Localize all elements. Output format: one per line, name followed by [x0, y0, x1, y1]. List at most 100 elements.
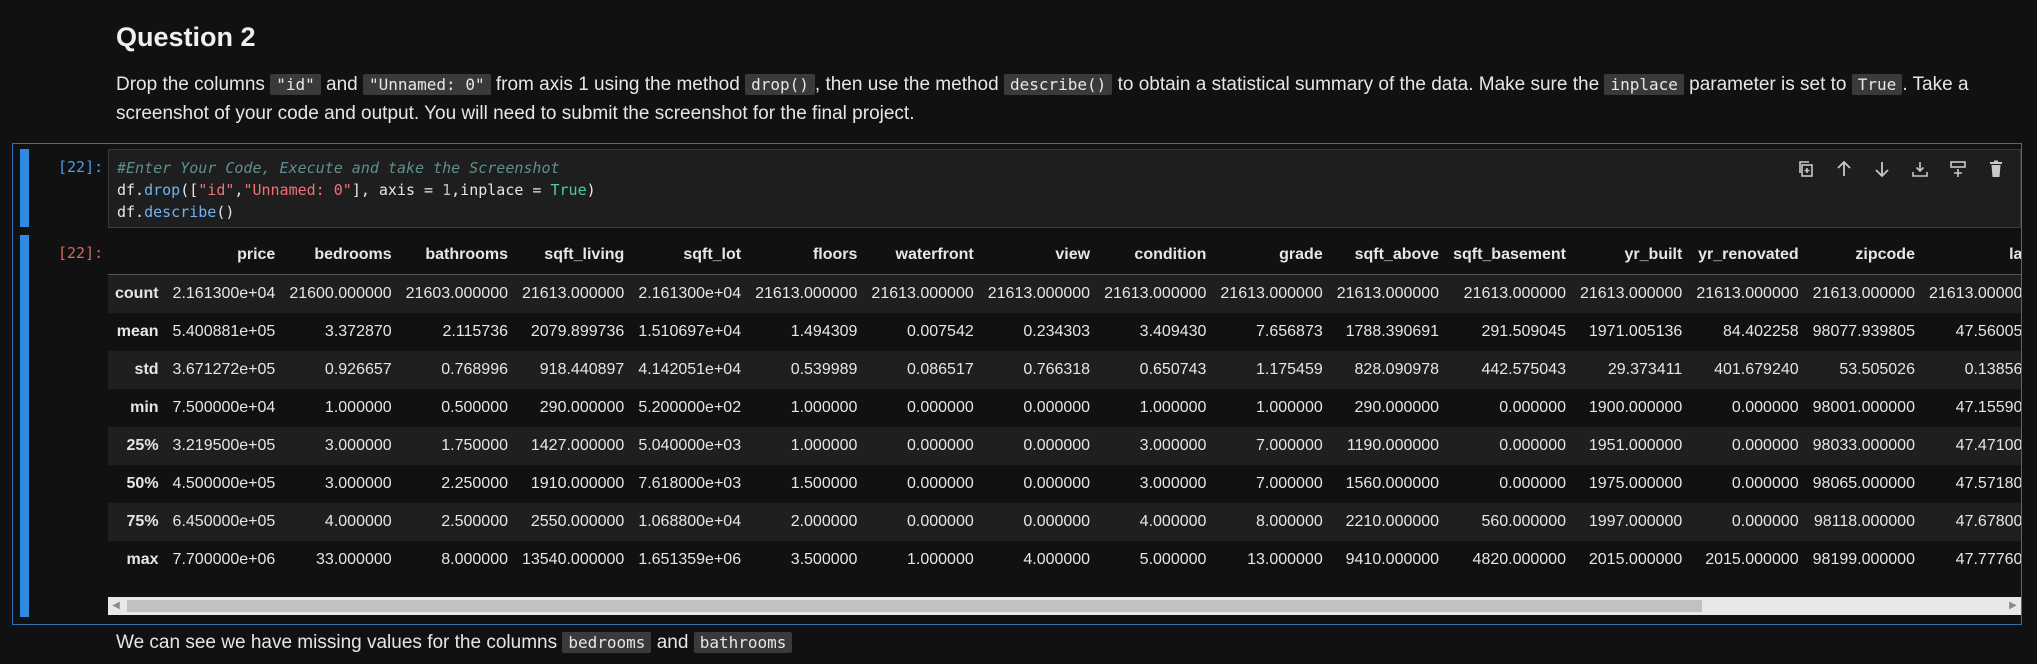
arrow-down-icon[interactable] [1870, 157, 1894, 181]
table-cell: 47.57180 [1955, 475, 2021, 492]
code-token: df. [117, 181, 145, 199]
table-cell: 1.000000 [790, 437, 858, 454]
table-cell: 98199.000000 [1812, 551, 1915, 568]
table-cell: 1427.000000 [530, 437, 625, 454]
cell-output-collapser[interactable] [20, 235, 29, 617]
input-prompt: [22]: [58, 158, 104, 176]
copy-icon[interactable] [1794, 157, 1818, 181]
table-cell: 2.000000 [790, 513, 858, 530]
table-cell: 442.575043 [1481, 361, 1566, 378]
desc-text: , then use the method [814, 74, 1004, 95]
table-cell: 2079.899736 [530, 323, 625, 340]
column-header: waterfront [864, 236, 981, 275]
table-cell: 9410.000000 [1345, 551, 1440, 568]
table-cell: 98118.000000 [1813, 513, 1915, 530]
table-cell: 2.161300e+04 [172, 285, 276, 302]
scroll-right-icon[interactable]: ▶ [2005, 597, 2021, 615]
column-header: sqft_lot [631, 236, 749, 275]
table-row: max 7.700000e+06 33.000000 8.000000 13540.00… [108, 541, 2021, 579]
table-cell: 84.402258 [1723, 323, 1799, 340]
table-cell: 2.115736 [442, 323, 508, 340]
table-cell: 1190.000000 [1346, 437, 1440, 454]
table-cell: 0.000000 [1499, 399, 1566, 416]
table-cell: 53.505026 [1839, 361, 1915, 378]
table-cell: 7.000000 [1256, 475, 1323, 492]
question-title: Question 2 [116, 22, 256, 52]
table-cell: 13540.000000 [521, 551, 625, 568]
table-cell: 6.450000e+05 [172, 513, 276, 530]
row-label: count [115, 285, 159, 302]
table-cell: 0.234303 [1023, 323, 1091, 340]
table-cell: 21613.000000 [1220, 285, 1323, 302]
table-cell: 1.651359e+06 [638, 551, 742, 568]
table-cell: 21613.000000 [987, 285, 1091, 302]
table-cell: 21613.000000 [755, 285, 858, 302]
table-cell: 13.000000 [1247, 551, 1323, 568]
insert-below-icon[interactable] [1946, 157, 1970, 181]
table-cell: 7.656873 [1256, 323, 1323, 340]
table-cell: 47.15590 [1955, 399, 2021, 416]
cell-input-collapser[interactable] [20, 149, 29, 227]
table-cell: 0.000000 [1499, 475, 1566, 492]
table-cell: 4.000000 [1023, 551, 1091, 568]
table-cell: 3.000000 [324, 437, 392, 454]
arrow-up-icon[interactable] [1832, 157, 1856, 181]
code-token: df. [117, 203, 145, 221]
code-token: ([ [180, 181, 199, 199]
scroll-left-icon[interactable]: ◀ [108, 597, 124, 615]
insert-above-icon[interactable] [1908, 157, 1932, 181]
table-cell: 98077.939805 [1812, 323, 1915, 340]
desc-text: and [320, 74, 363, 95]
table-row: 25% 3.219500e+05 3.000000 1.750000 1427.0000… [108, 427, 2021, 465]
table-cell: 29.373411 [1607, 361, 1683, 378]
column-header [108, 236, 166, 275]
table-cell: 0.000000 [1731, 513, 1799, 530]
table-cell: 3.000000 [1139, 437, 1207, 454]
table-cell: 3.000000 [1139, 475, 1207, 492]
table-cell: 1971.005136 [1588, 323, 1683, 340]
column-header: zipcode [1805, 236, 1922, 275]
table-cell: 1.750000 [441, 437, 508, 454]
cell-toolbar [1794, 157, 2008, 181]
table-cell: 4.500000e+05 [172, 475, 276, 492]
table-cell: 290.000000 [1354, 399, 1440, 416]
table-cell: 290.000000 [539, 399, 625, 416]
inline-code-bedrooms: bedrooms [562, 632, 652, 653]
table-cell: 1.175459 [1256, 361, 1323, 378]
inline-code-inplace: inplace [1604, 74, 1684, 95]
scrollbar-thumb[interactable] [127, 600, 1702, 612]
table-cell: 0.539989 [790, 361, 858, 378]
code-text[interactable]: #Enter Your Code, Execute and take the S… [117, 157, 596, 223]
table-cell: 0.000000 [907, 437, 974, 454]
code-token: "id" [198, 181, 235, 199]
question-description: Drop the columns "id" and "Unnamed: 0" f… [116, 70, 1996, 128]
column-header: bedrooms [282, 236, 399, 275]
column-header: sqft_living [514, 236, 632, 275]
delete-icon[interactable] [1984, 157, 2008, 181]
output-area: price bedrooms bathrooms sqft_living sqft_lo… [108, 236, 2021, 584]
table-cell: 560.000000 [1481, 513, 1566, 530]
table-cell: 1900.000000 [1588, 399, 1683, 416]
code-token: 1 [442, 181, 452, 199]
table-cell: 47.47100 [1955, 437, 2021, 454]
code-token: ,inplace = [451, 181, 551, 199]
inline-code-bathrooms: bathrooms [693, 632, 793, 653]
horizontal-scrollbar[interactable]: ◀ ▶ [108, 597, 2021, 615]
table-cell: 0.000000 [1731, 399, 1799, 416]
table-cell: 1975.000000 [1588, 475, 1683, 492]
table-cell: 98033.000000 [1812, 437, 1915, 454]
table-cell: 4.000000 [1139, 513, 1207, 530]
table-row: mean 5.400881e+05 3.372870 2.115736 2079.899… [108, 313, 2021, 351]
column-header: price [165, 236, 283, 275]
table-cell: 0.000000 [1023, 475, 1091, 492]
code-token: describe [144, 203, 217, 221]
code-editor[interactable]: #Enter Your Code, Execute and take the S… [108, 149, 2021, 228]
table-cell: 1.068800e+04 [638, 513, 742, 530]
output-prompt: [22]: [58, 244, 104, 262]
column-header: yr_built [1572, 236, 1690, 275]
table-cell: 7.000000 [1256, 437, 1323, 454]
table-cell: 0.766318 [1023, 361, 1091, 378]
table-cell: 21613.000000 [1696, 285, 1799, 302]
desc-text: from axis 1 using the method [490, 74, 746, 95]
row-label: 25% [126, 437, 159, 454]
